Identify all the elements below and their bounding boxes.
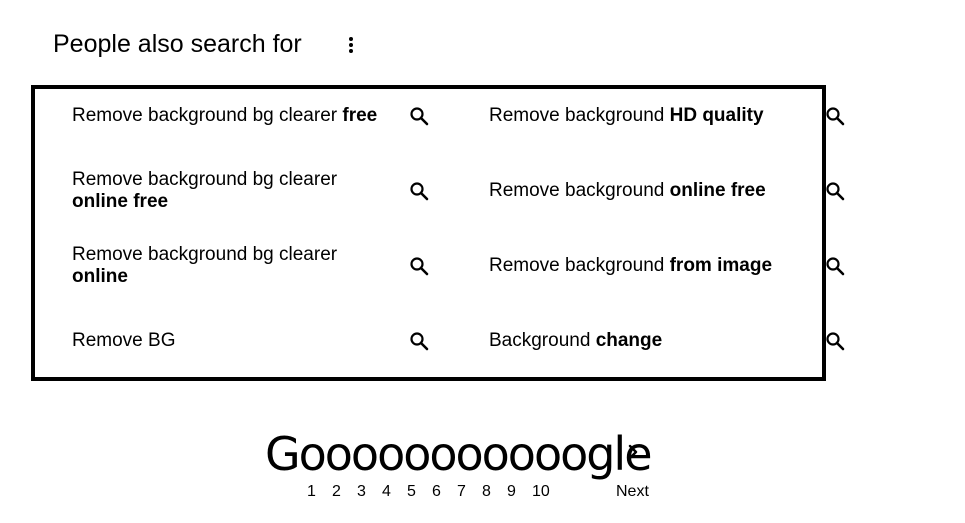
page-link-8[interactable]: 8 [482, 482, 507, 502]
related-search-label: Remove background HD quality [489, 104, 764, 126]
page-numbers: 1 2 3 4 5 6 7 8 9 10 [307, 482, 557, 502]
page-link-2[interactable]: 2 [332, 482, 357, 502]
section-title: People also search for [53, 30, 302, 58]
related-search-item[interactable]: Remove background bg clearer online [72, 228, 442, 303]
page-link-6[interactable]: 6 [432, 482, 457, 502]
search-icon [826, 256, 845, 275]
related-search-item[interactable]: Remove background online free [489, 153, 859, 228]
page-link-3[interactable]: 3 [357, 482, 382, 502]
related-search-label: Remove BG [72, 329, 176, 351]
related-search-label: Remove background bg clearer free [72, 104, 378, 126]
related-search-label: Remove background bg clearer online free [72, 168, 338, 212]
page-link-1[interactable]: 1 [307, 482, 332, 502]
related-search-item[interactable]: Remove background bg clearer free [72, 78, 442, 153]
search-icon [826, 106, 845, 125]
page-link-10[interactable]: 10 [532, 482, 557, 502]
related-search-label: Remove background online free [489, 179, 766, 201]
pagination-logo: Gooooooooooogle [265, 427, 653, 481]
related-search-item[interactable]: Remove background bg clearer online free [72, 153, 442, 228]
search-icon [410, 256, 429, 275]
vertical-dots-icon[interactable] [346, 35, 356, 55]
related-search-label: Remove background bg clearer online [72, 243, 338, 287]
related-search-label: Remove background from image [489, 254, 773, 276]
search-icon [410, 181, 429, 200]
chevron-right-icon[interactable] [624, 441, 644, 463]
search-icon [410, 106, 429, 125]
next-page-link[interactable]: Next [616, 482, 649, 502]
page-link-7[interactable]: 7 [457, 482, 482, 502]
search-icon [826, 181, 845, 200]
related-search-item[interactable]: Remove BG [72, 303, 442, 378]
page-link-5[interactable]: 5 [407, 482, 432, 502]
search-icon [410, 331, 429, 350]
related-search-item[interactable]: Background change [489, 303, 859, 378]
related-search-item[interactable]: Remove background HD quality [489, 78, 859, 153]
page-link-9[interactable]: 9 [507, 482, 532, 502]
related-search-item[interactable]: Remove background from image [489, 228, 859, 303]
search-icon [826, 331, 845, 350]
related-search-label: Background change [489, 329, 663, 351]
page-link-4[interactable]: 4 [382, 482, 407, 502]
